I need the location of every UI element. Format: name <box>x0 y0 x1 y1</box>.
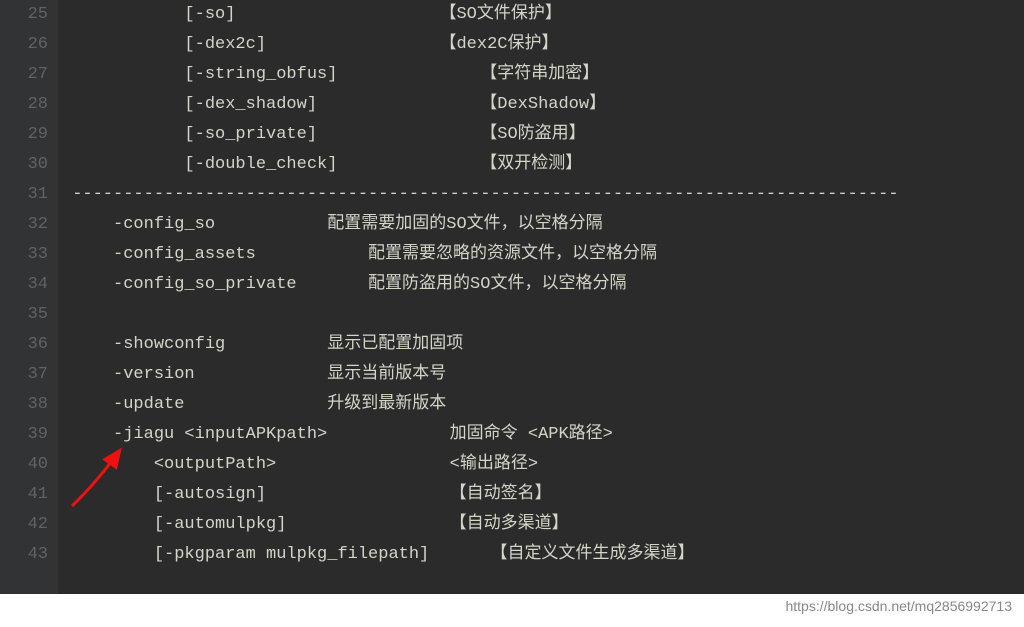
line-number: 41 <box>0 480 48 510</box>
line-number: 32 <box>0 210 48 240</box>
code-line: [-string_obfus] 【字符串加密】 <box>62 60 1024 90</box>
line-number: 25 <box>0 0 48 30</box>
line-number: 42 <box>0 510 48 540</box>
code-line: [-dex_shadow] 【DexShadow】 <box>62 90 1024 120</box>
code-line: <outputPath> <输出路径> <box>62 450 1024 480</box>
code-line <box>62 300 1024 330</box>
code-line: -config_assets 配置需要忽略的资源文件，以空格分隔 <box>62 240 1024 270</box>
line-number: 37 <box>0 360 48 390</box>
line-number: 31 <box>0 180 48 210</box>
line-number: 28 <box>0 90 48 120</box>
line-number-gutter: 25262728293031323334353637383940414243 <box>0 0 58 594</box>
code-editor: 25262728293031323334353637383940414243 [… <box>0 0 1024 594</box>
line-number: 26 <box>0 30 48 60</box>
line-number: 38 <box>0 390 48 420</box>
code-line: [-so] 【SO文件保护】 <box>62 0 1024 30</box>
code-line: [-pkgparam mulpkg_filepath] 【自定义文件生成多渠道】 <box>62 540 1024 570</box>
code-line: [-dex2c] 【dex2C保护】 <box>62 30 1024 60</box>
code-line: [-automulpkg] 【自动多渠道】 <box>62 510 1024 540</box>
line-number: 40 <box>0 450 48 480</box>
line-number: 30 <box>0 150 48 180</box>
line-number: 43 <box>0 540 48 570</box>
code-line: [-so_private] 【SO防盗用】 <box>62 120 1024 150</box>
watermark-text: https://blog.csdn.net/mq2856992713 <box>785 591 1012 621</box>
code-line: [-autosign] 【自动签名】 <box>62 480 1024 510</box>
line-number: 39 <box>0 420 48 450</box>
line-number: 29 <box>0 120 48 150</box>
code-content[interactable]: [-so] 【SO文件保护】 [-dex2c] 【dex2C保护】 [-stri… <box>58 0 1024 594</box>
code-line: -version 显示当前版本号 <box>62 360 1024 390</box>
code-line: ----------------------------------------… <box>62 180 1024 210</box>
code-line: -config_so 配置需要加固的SO文件，以空格分隔 <box>62 210 1024 240</box>
code-line: -showconfig 显示已配置加固项 <box>62 330 1024 360</box>
code-line: [-double_check] 【双开检测】 <box>62 150 1024 180</box>
code-line: -config_so_private 配置防盗用的SO文件，以空格分隔 <box>62 270 1024 300</box>
line-number: 36 <box>0 330 48 360</box>
line-number: 27 <box>0 60 48 90</box>
code-line: -jiagu <inputAPKpath> 加固命令 <APK路径> <box>62 420 1024 450</box>
line-number: 35 <box>0 300 48 330</box>
line-number: 33 <box>0 240 48 270</box>
code-line: -update 升级到最新版本 <box>62 390 1024 420</box>
line-number: 34 <box>0 270 48 300</box>
